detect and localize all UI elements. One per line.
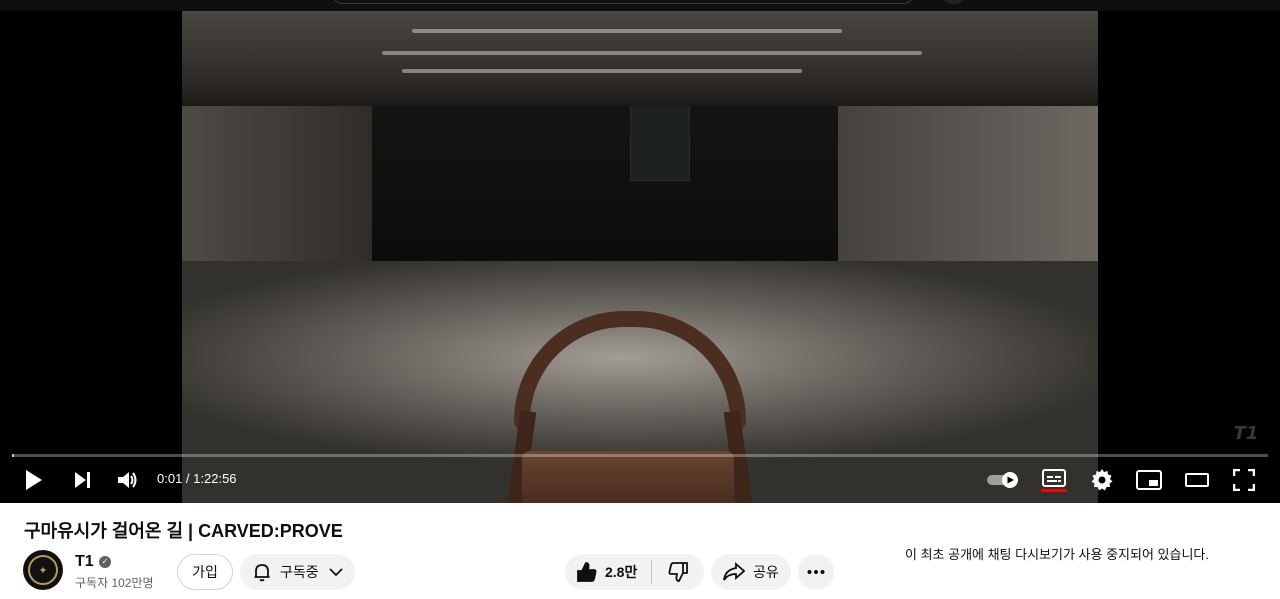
voice-search-edge[interactable] [942,0,966,4]
like-button[interactable]: 2.8만 [565,562,651,582]
channel-watermark[interactable]: T1 [1220,423,1272,447]
bell-icon [254,564,270,582]
subscriber-count: 구독자 102만명 [75,576,154,590]
video-player[interactable]: T1 0:01 / 1:22:56 [0,11,1280,503]
channel-avatar[interactable]: ✦ [23,550,63,590]
more-actions-button[interactable] [798,554,834,590]
scene-chair-seat [522,451,734,503]
play-button[interactable] [20,466,48,494]
share-label: 공유 [753,564,779,580]
current-time: 0:01 [157,471,183,486]
more-horizontal-icon [807,570,825,574]
autoplay-toggle[interactable] [986,466,1022,494]
next-icon [75,472,90,488]
video-title: 구마유시가 걸어온 길 | CARVED:PROVE [24,521,343,541]
subtitles-icon [1042,468,1066,487]
time-display: 0:01 / 1:22:56 [157,471,237,486]
settings-icon [1091,469,1113,491]
volume-icon [118,472,137,488]
volume-button[interactable] [114,466,142,494]
chevron-down-icon [329,568,343,577]
settings-button[interactable] [1088,466,1116,494]
thumbs-down-icon [668,562,688,582]
thumbs-up-icon [577,562,597,582]
scene-back-wall [372,91,842,281]
play-icon [26,470,42,490]
scene-ceiling [182,11,1098,106]
autoplay-toggle-icon [987,472,1018,488]
theater-mode-button[interactable] [1183,466,1211,494]
scene-window [630,96,690,181]
share-icon [723,562,745,581]
progress-fill [12,454,14,457]
like-dislike-group: 2.8만 [565,554,704,590]
dislike-button[interactable] [652,562,704,582]
progress-bar[interactable] [12,454,1268,457]
subtitles-active-indicator [1041,488,1067,492]
fullscreen-icon [1233,469,1255,491]
subtitles-button[interactable] [1040,466,1068,494]
video-frame [182,11,1098,503]
subscribed-label: 구독중 [280,564,319,580]
theater-mode-icon [1185,473,1209,487]
channel-name[interactable]: T1 [75,553,94,571]
chat-replay-disabled-notice: 이 최초 공개에 채팅 다시보기가 사용 중지되어 있습니다. [905,547,1209,562]
channel-logo-icon: ✦ [28,555,58,585]
subscribed-button[interactable]: 구독중 [240,554,355,590]
miniplayer-icon [1136,470,1162,490]
time-separator: / [182,471,194,486]
miniplayer-button[interactable] [1135,466,1163,494]
like-count: 2.8만 [605,564,638,580]
search-box-edge[interactable] [333,0,913,4]
join-button[interactable]: 가입 [177,554,233,590]
join-label: 가입 [192,564,218,580]
duration: 1:22:56 [193,471,237,486]
share-button[interactable]: 공유 [711,554,791,590]
top-bar [0,0,1280,11]
fullscreen-button[interactable] [1230,466,1258,494]
next-button[interactable] [68,466,96,494]
verified-check-icon: ✓ [99,556,111,568]
